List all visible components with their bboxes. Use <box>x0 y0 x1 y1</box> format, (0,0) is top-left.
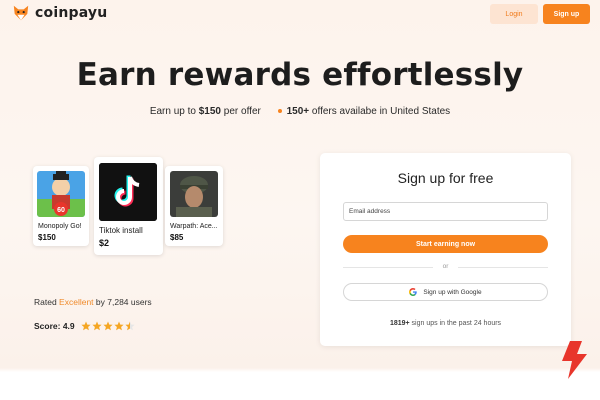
login-button[interactable]: Login <box>490 4 538 24</box>
offer-name: Tiktok install <box>99 226 143 235</box>
half-star-icon <box>125 321 135 331</box>
rating-prefix: Rated <box>34 297 60 307</box>
google-signup-label: Sign up with Google <box>423 288 482 296</box>
monopoly-go-game-icon: 60 <box>37 171 85 217</box>
logo-text: coinpayu <box>35 5 108 21</box>
hero-title: Earn rewards effortlessly <box>76 57 524 93</box>
rating-suffix: by 7,284 users <box>93 297 152 307</box>
logo[interactable]: coinpayu <box>12 4 107 22</box>
signups-count: 1819+ <box>389 320 410 327</box>
svg-text:60: 60 <box>57 207 65 214</box>
start-earning-button[interactable]: Start earning now <box>343 235 548 253</box>
star-icon <box>103 321 113 331</box>
star-rating <box>81 321 135 331</box>
signup-button[interactable]: Sign up <box>543 4 590 24</box>
hero-sub-prefix: Earn up to <box>149 106 199 117</box>
offers-text: offers availabe in United States <box>309 106 451 117</box>
offer-card-monopoly[interactable]: 60 Monopoly Go! $150 <box>33 166 89 246</box>
email-field[interactable] <box>343 202 548 221</box>
offer-card-tiktok[interactable]: Tiktok install $2 <box>94 157 163 255</box>
tiktok-icon <box>99 163 157 221</box>
google-signup-button[interactable]: Sign up with Google <box>343 283 548 301</box>
warpath-game-icon <box>170 171 218 217</box>
hero-sub-amount: $150 <box>198 106 221 117</box>
hero-subtitle: Earn up to $150 per offer 150+ offers av… <box>0 106 600 117</box>
signups-stat: 1819+ sign ups in the past 24 hours <box>320 320 571 327</box>
offer-price: $150 <box>38 233 56 242</box>
offer-name: Monopoly Go! <box>38 223 82 230</box>
offer-price: $85 <box>170 233 184 242</box>
offer-price: $2 <box>99 238 110 248</box>
google-icon <box>409 288 418 296</box>
score: Score: 4.9 <box>34 321 135 331</box>
signup-title: Sign up for free <box>397 170 494 186</box>
offers-count: 150+ <box>286 106 310 117</box>
bullet-dot <box>277 108 282 113</box>
or-text: or <box>442 263 449 270</box>
star-icon <box>92 321 102 331</box>
star-icon <box>114 321 124 331</box>
offer-card-warpath[interactable]: Warpath: Ace... $85 <box>165 166 223 246</box>
lightning-bolt-icon <box>562 341 587 379</box>
hero-sub-suffix: per offer <box>221 106 261 117</box>
signup-panel: Sign up for free Start earning now or Si… <box>320 153 571 346</box>
star-icon <box>81 321 91 331</box>
offer-name: Warpath: Ace... <box>170 223 218 230</box>
score-label: Score: 4.9 <box>34 321 75 331</box>
signups-text: sign ups in the past 24 hours <box>409 320 502 327</box>
rating-text: Rated Excellent by 7,284 users <box>34 297 152 307</box>
top-nav: coinpayu Login Sign up <box>0 0 600 30</box>
rating-word: Excellent <box>59 297 94 307</box>
fox-logo-icon <box>13 5 29 21</box>
